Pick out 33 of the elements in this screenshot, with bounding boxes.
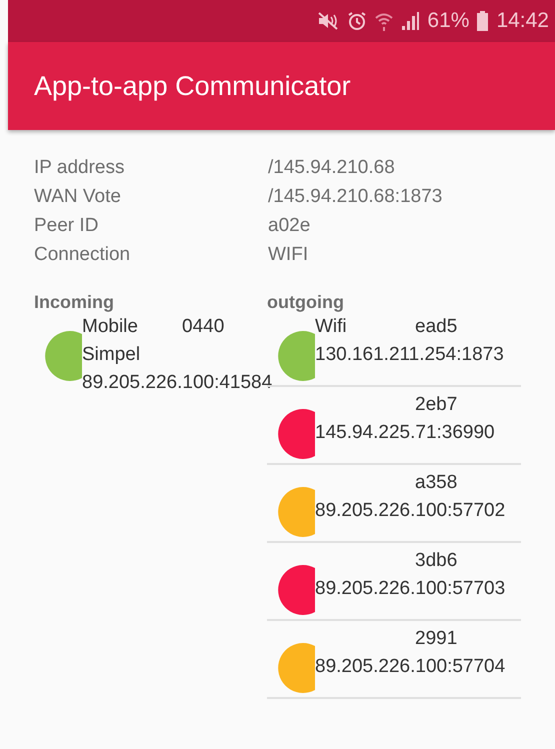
- network-type: Wifi: [315, 315, 348, 339]
- battery-icon: [477, 11, 488, 31]
- peer-address: 89.205.226.100:57704: [315, 655, 506, 679]
- info-value: /145.94.210.68:1873: [268, 185, 444, 209]
- carrier-name: Simpel: [82, 343, 142, 367]
- info-value: /145.94.210.68: [268, 156, 396, 180]
- peer-id: 2eb7: [415, 393, 458, 417]
- info-value: WIFI: [268, 243, 310, 267]
- info-label: IP address: [34, 156, 126, 180]
- alarm-icon: [347, 11, 368, 31]
- info-label: WAN Vote: [34, 185, 122, 209]
- peer-id: 0440: [182, 315, 224, 339]
- section-heading: outgoing: [267, 291, 344, 313]
- peer-id: a358: [415, 471, 458, 495]
- peer-id: 3db6: [415, 549, 458, 573]
- peer-address: 89.205.226.100:57702: [315, 499, 506, 523]
- peer-id: ead5: [415, 315, 458, 339]
- peer-address: 130.161.211.254:1873: [315, 343, 505, 367]
- info-label: Connection: [34, 243, 132, 267]
- battery-percent: 61%: [427, 9, 470, 33]
- peer-address: 89.205.226.100:57703: [315, 577, 506, 601]
- app-title: App-to-app Communicator: [34, 70, 351, 102]
- section-heading: Incoming: [34, 291, 114, 313]
- peer-address: 89.205.226.100:41584: [82, 371, 274, 395]
- peer-address: 145.94.225.71:36990: [315, 421, 496, 445]
- info-label: Peer ID: [34, 214, 100, 238]
- wifi-icon: [375, 11, 394, 31]
- peer-id: 2991: [415, 627, 458, 651]
- network-type: Mobile: [82, 315, 139, 339]
- mute-icon: [317, 11, 340, 31]
- signal-icon: [401, 12, 420, 30]
- clock: 14:42: [496, 9, 549, 33]
- info-value: a02e: [268, 214, 312, 238]
